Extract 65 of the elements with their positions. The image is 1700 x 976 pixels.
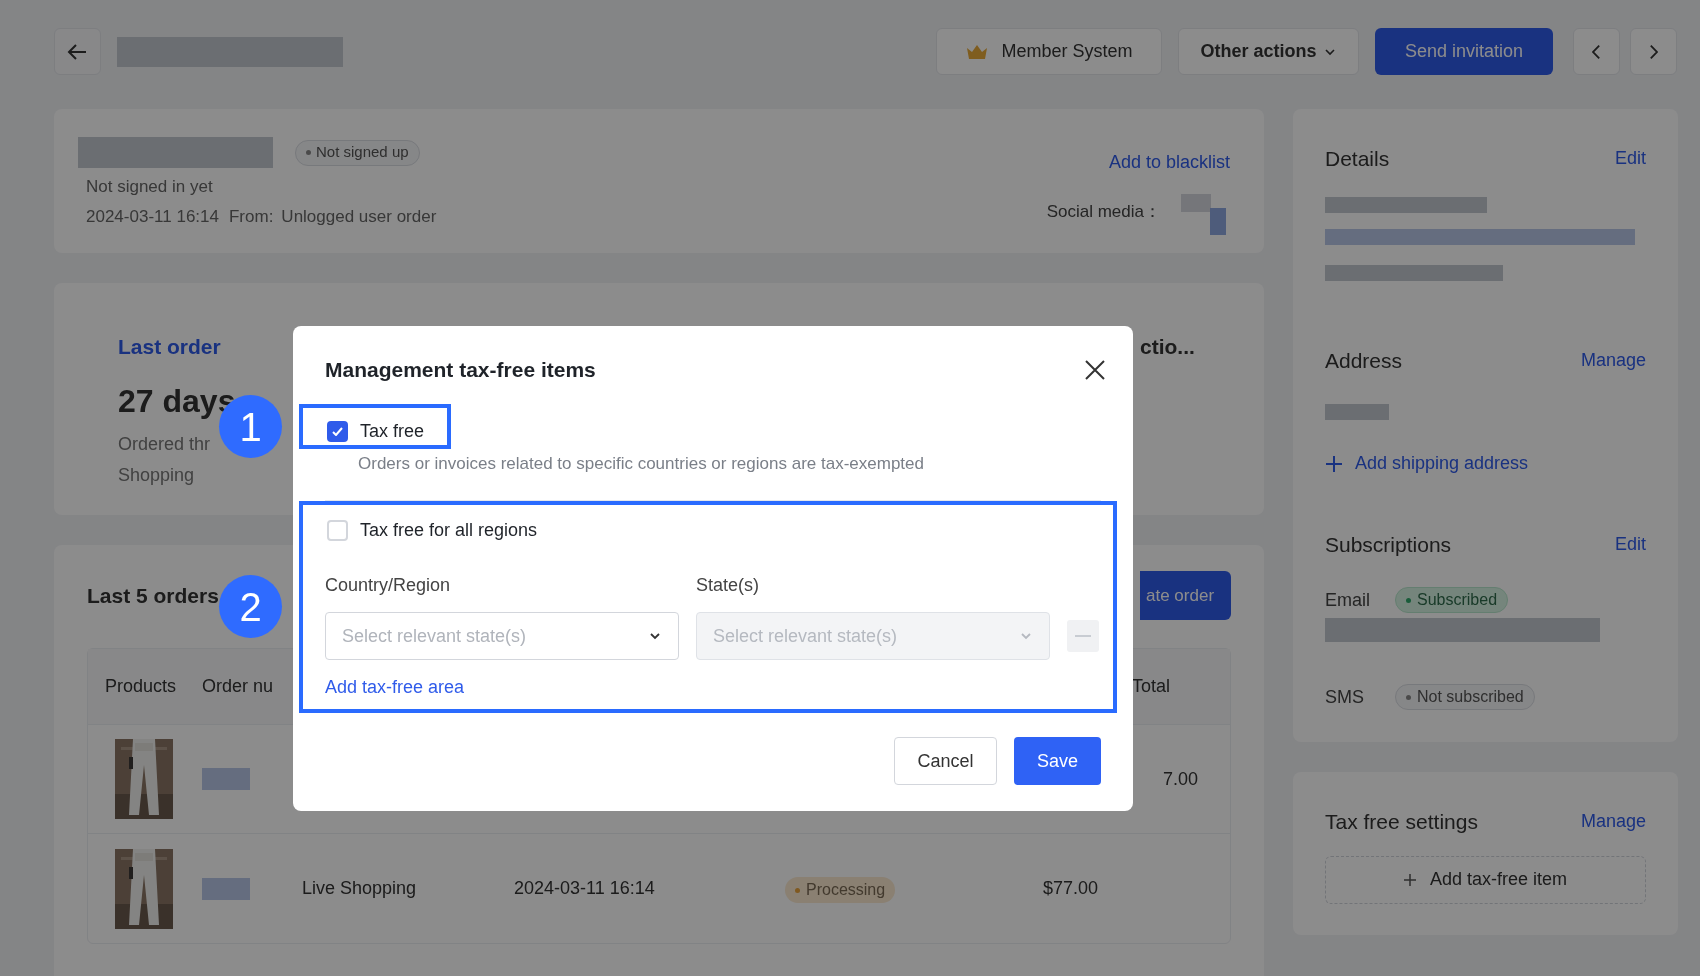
checkbox-label: Tax free — [360, 419, 425, 443]
chevron-right-icon — [1649, 43, 1658, 60]
dialog-title: Management tax-free items — [325, 357, 596, 383]
checkbox[interactable] — [327, 520, 348, 541]
table-cell-text: Live Shopping — [302, 877, 418, 900]
section-title: Last order — [118, 334, 222, 360]
section-title: ctio... — [1140, 334, 1195, 360]
minus-icon — [1075, 635, 1091, 637]
select-field: Select relevant state(s) — [696, 612, 1050, 660]
add-shipping-address-link[interactable]: Add shipping address — [1325, 450, 1646, 477]
section-title: Tax free settings — [1325, 809, 1478, 835]
blacklist-link[interactable]: Add to blacklist — [1108, 149, 1230, 176]
member-system-button[interactable]: Member System — [936, 28, 1162, 75]
add-tax-free-area-link[interactable]: Add tax-free area — [325, 674, 465, 701]
redacted-text — [202, 877, 250, 900]
sign-in-note: Not signed in yet — [86, 176, 214, 198]
redacted-text — [1325, 404, 1389, 420]
section-action-link[interactable]: Manage — [1580, 346, 1646, 374]
add-tax-free-item-button[interactable]: Add tax-free item — [1325, 855, 1646, 904]
order-channel-text: Shopping — [118, 463, 196, 487]
table-cell-text: $77.00 — [1041, 877, 1098, 900]
checkbox-label: Tax free for all regions — [360, 519, 538, 542]
order-channel-text: Ordered thr — [118, 432, 212, 456]
social-media-label: Social media： — [1046, 200, 1161, 223]
section-action-link[interactable]: Edit — [1614, 531, 1646, 559]
save-button[interactable]: Save — [1014, 737, 1101, 785]
close-icon — [1084, 358, 1106, 381]
source-label: From: — [228, 205, 274, 228]
checkbox[interactable] — [327, 420, 348, 442]
subscription-badge: Subscribed — [1395, 587, 1509, 613]
cancel-button[interactable]: Cancel — [894, 737, 997, 785]
source-text: Unlogged user order — [281, 205, 437, 228]
section-action-link[interactable]: Edit — [1614, 145, 1646, 173]
column-header: Order nu — [202, 675, 275, 698]
remove-button[interactable] — [1067, 620, 1099, 652]
other-actions-button[interactable]: Other actions — [1178, 28, 1359, 75]
table-cell-text: 2024-03-11 16:14 — [514, 877, 656, 900]
redacted-text — [202, 768, 250, 790]
field-label: State(s) — [696, 574, 761, 597]
check-icon — [332, 426, 343, 436]
section-title: Last 5 orders — [87, 582, 219, 609]
back-button[interactable] — [54, 28, 101, 75]
created-date: 2024-03-11 16:14 — [86, 205, 219, 228]
field-label: Country/Region — [325, 574, 452, 597]
send-invitation-button[interactable]: Send invitation — [1375, 28, 1553, 75]
column-header: Total — [1131, 675, 1171, 698]
status-badge: Processing — [785, 877, 896, 904]
next-button[interactable] — [1630, 28, 1677, 75]
previous-button[interactable] — [1573, 28, 1620, 75]
create-order-button[interactable]: ate order — [1140, 571, 1231, 620]
plus-icon — [1403, 873, 1416, 886]
status-badge: Not signed up — [295, 139, 420, 166]
section-title: Address — [1325, 347, 1403, 374]
channel-label: Email — [1325, 588, 1371, 612]
plus-icon — [1325, 454, 1343, 473]
section-title: Subscriptions — [1325, 532, 1452, 558]
section-action-link[interactable]: Manage — [1580, 808, 1646, 836]
select-field[interactable]: Select relevant state(s) — [325, 612, 679, 660]
channel-label: SMS — [1325, 685, 1365, 709]
table-cell-text: 7.00 — [1161, 767, 1198, 791]
description-text: Orders or invoices related to specific countries or regions are tax-exempted — [358, 452, 925, 475]
chevron-left-icon — [1592, 43, 1601, 60]
column-header: Products — [104, 675, 178, 698]
section-title: Details — [1325, 146, 1390, 172]
subscription-badge: Not subscribed — [1395, 684, 1535, 710]
